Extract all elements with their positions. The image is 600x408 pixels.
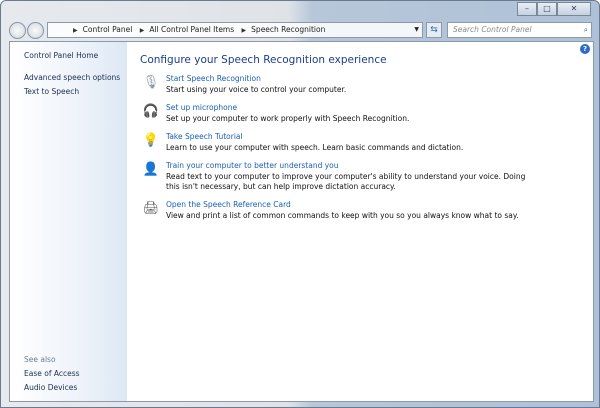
- breadcrumb-speech-recognition[interactable]: Speech Recognition: [251, 25, 325, 34]
- sidebar-audio-devices[interactable]: Audio Devices: [24, 383, 77, 392]
- back-button[interactable]: [9, 22, 26, 39]
- caption-buttons: – □ ✕: [517, 2, 591, 16]
- task-description: Start using your voice to control your c…: [166, 85, 347, 94]
- maximize-button[interactable]: □: [537, 2, 557, 16]
- take-speech-tutorial-link[interactable]: Take Speech Tutorial: [166, 132, 243, 141]
- breadcrumb-all-items[interactable]: All Control Panel Items: [149, 25, 234, 34]
- task-description: Set up your computer to work properly wi…: [166, 114, 410, 123]
- address-bar[interactable]: ▶ Control Panel ▶ All Control Panel Items …: [47, 22, 423, 38]
- task-description: Learn to use your computer with speech. …: [166, 143, 464, 152]
- speech-reference-card-link[interactable]: Open the Speech Reference Card: [166, 200, 291, 209]
- search-icon[interactable]: ⌕: [584, 23, 588, 37]
- microphone-icon: 🎙: [142, 75, 160, 90]
- page-title: Configure your Speech Recognition experi…: [140, 54, 387, 66]
- main-panel: ? Configure your Speech Recognition expe…: [140, 42, 593, 401]
- task-description: View and print a list of common commands…: [166, 211, 519, 220]
- forward-button[interactable]: [27, 22, 44, 39]
- sidebar-ease-of-access[interactable]: Ease of Access: [24, 369, 80, 378]
- set-up-microphone-link[interactable]: Set up microphone: [166, 103, 237, 112]
- see-also-heading: See also: [24, 355, 56, 364]
- train-computer-link[interactable]: Train your computer to better understand…: [166, 161, 339, 170]
- task-description: Read text to your computer to improve yo…: [166, 172, 526, 191]
- help-icon[interactable]: ?: [580, 44, 590, 54]
- sidebar-advanced-speech-options[interactable]: Advanced speech options: [24, 73, 120, 82]
- user-train-icon: 👤: [142, 162, 160, 177]
- window: – □ ✕ ▶ Control Panel ▶ All Control Panel …: [0, 0, 600, 408]
- headset-icon: 🎧: [142, 104, 160, 119]
- sidebar: Control Panel Home Advanced speech optio…: [10, 42, 127, 401]
- search-placeholder: Search Control Panel: [453, 25, 532, 34]
- dropdown-arrow-icon[interactable]: ▼: [414, 23, 419, 37]
- start-speech-recognition-link[interactable]: Start Speech Recognition: [166, 74, 261, 83]
- sidebar-control-panel-home[interactable]: Control Panel Home: [24, 51, 98, 60]
- sidebar-text-to-speech[interactable]: Text to Speech: [24, 87, 79, 96]
- breadcrumb-control-panel[interactable]: Control Panel: [83, 25, 133, 34]
- minimize-button[interactable]: –: [517, 2, 537, 16]
- lightbulb-icon: 💡: [142, 133, 160, 148]
- nav-buttons: [9, 22, 44, 39]
- crumb-arrow-icon: ▶: [241, 27, 247, 34]
- content-area: Control Panel Home Advanced speech optio…: [9, 41, 594, 402]
- search-input[interactable]: Search Control Panel ⌕: [447, 22, 592, 38]
- refresh-button[interactable]: ⇆: [426, 22, 442, 38]
- crumb-arrow-icon: ▶: [73, 27, 78, 34]
- crumb-arrow-icon: ▶: [139, 27, 145, 34]
- close-button[interactable]: ✕: [557, 2, 591, 16]
- printer-icon: 🖨: [142, 201, 160, 216]
